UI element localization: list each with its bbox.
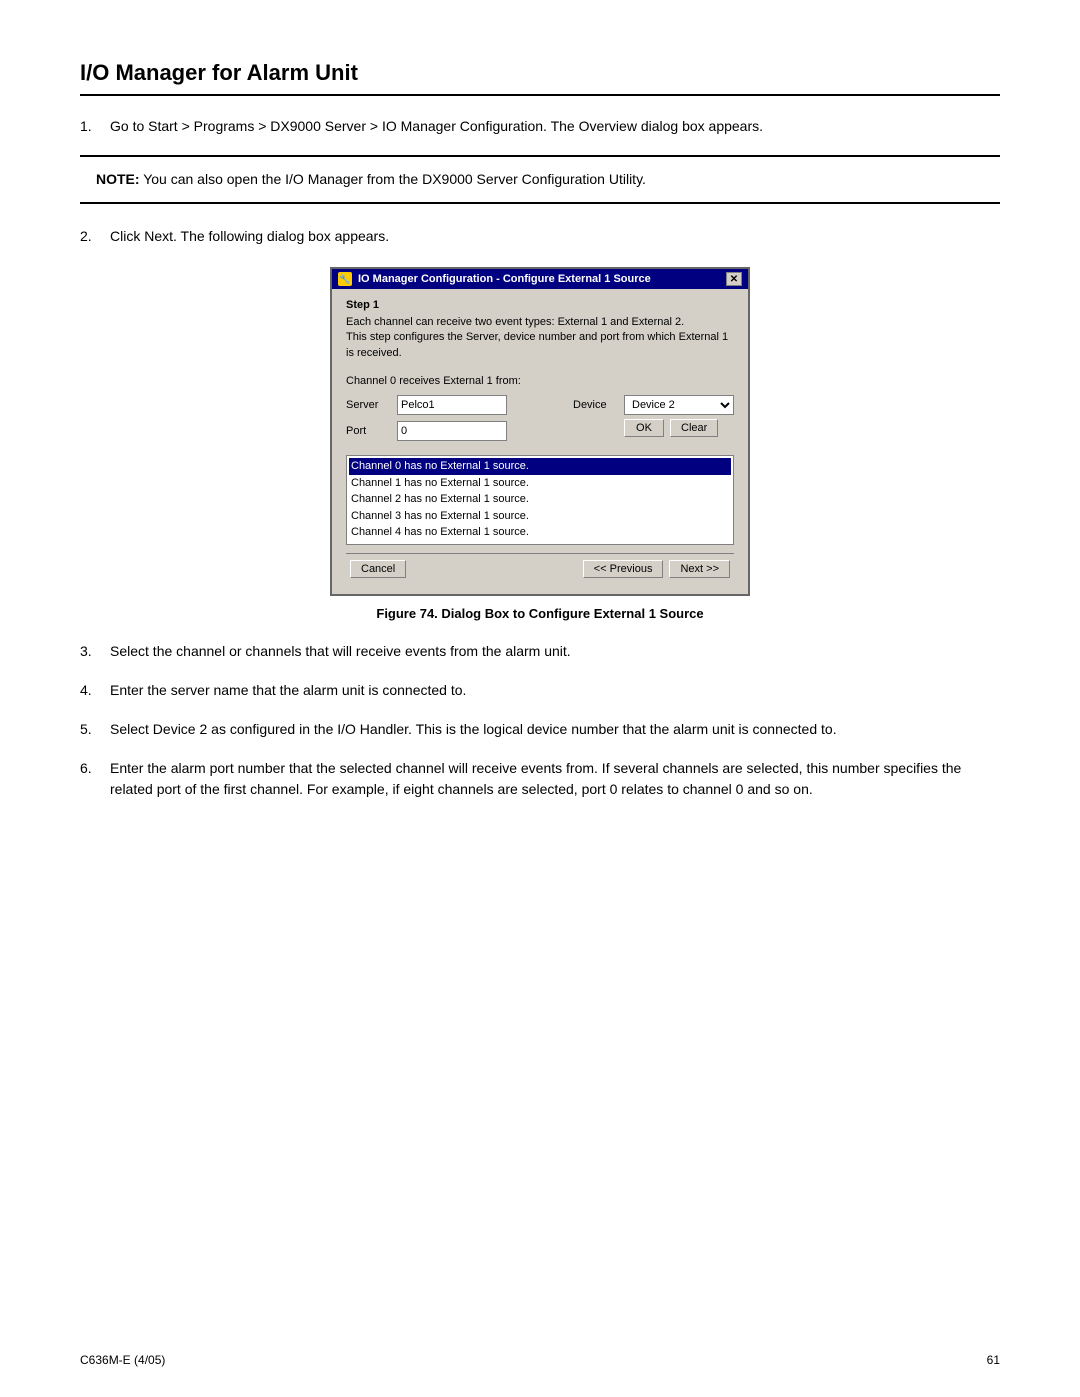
list-item-5[interactable]: Channel 5 has no External 1 source. — [349, 541, 731, 546]
list-item-4[interactable]: Channel 4 has no External 1 source. — [349, 524, 731, 541]
dialog-title-icon: 🔧 — [338, 272, 352, 286]
footer-left: C636M-E (4/05) — [80, 1353, 165, 1367]
dialog-box: 🔧 IO Manager Configuration - Configure E… — [330, 267, 750, 596]
server-input[interactable] — [397, 395, 507, 415]
note-box: NOTE: You can also open the I/O Manager … — [80, 155, 1000, 204]
step-3: 3. Select the channel or channels that w… — [80, 641, 1000, 662]
page-title: I/O Manager for Alarm Unit — [80, 60, 1000, 96]
dialog-titlebar-left: 🔧 IO Manager Configuration - Configure E… — [338, 272, 651, 286]
step-4: 4. Enter the server name that the alarm … — [80, 680, 1000, 701]
step-4-number: 4. — [80, 680, 110, 701]
device-label: Device — [573, 399, 618, 411]
step-3-text: Select the channel or channels that will… — [110, 641, 1000, 662]
dialog-titlebar: 🔧 IO Manager Configuration - Configure E… — [332, 269, 748, 289]
step-5-text: Select Device 2 as configured in the I/O… — [110, 719, 1000, 740]
dialog-channel-label: Channel 0 receives External 1 from: — [346, 375, 734, 387]
step-2-number: 2. — [80, 226, 110, 247]
device-select[interactable]: Device 2 — [624, 395, 734, 415]
step-2-text: Click Next. The following dialog box app… — [110, 226, 1000, 247]
server-label: Server — [346, 399, 391, 411]
step-3-number: 3. — [80, 641, 110, 662]
dialog-close-button[interactable]: ✕ — [726, 272, 742, 286]
figure-caption-text: Figure 74. Dialog Box to Configure Exter… — [376, 606, 703, 621]
figure-caption: Figure 74. Dialog Box to Configure Exter… — [80, 606, 1000, 621]
page-footer: C636M-E (4/05) 61 — [80, 1353, 1000, 1367]
dialog-step-desc-line2: This step configures the Server, device … — [346, 331, 728, 358]
step-6: 6. Enter the alarm port number that the … — [80, 758, 1000, 800]
next-button[interactable]: Next >> — [669, 560, 730, 578]
step-1-number: 1. — [80, 116, 110, 137]
dialog-footer: Cancel << Previous Next >> — [346, 553, 734, 584]
note-text: You can also open the I/O Manager from t… — [140, 171, 646, 187]
step-5-number: 5. — [80, 719, 110, 740]
step-4-text: Enter the server name that the alarm uni… — [110, 680, 1000, 701]
dialog-step-label: Step 1 — [346, 299, 734, 311]
step-1: 1. Go to Start > Programs > DX9000 Serve… — [80, 116, 1000, 137]
dialog-step-desc-line1: Each channel can receive two event types… — [346, 316, 684, 328]
port-label: Port — [346, 425, 391, 437]
port-input[interactable] — [397, 421, 507, 441]
step-6-text: Enter the alarm port number that the sel… — [110, 758, 1000, 800]
step-6-number: 6. — [80, 758, 110, 800]
step-5: 5. Select Device 2 as configured in the … — [80, 719, 1000, 740]
device-group: Device Device 2 OK Clear — [573, 395, 734, 437]
step-2: 2. Click Next. The following dialog box … — [80, 226, 1000, 247]
list-item-0[interactable]: Channel 0 has no External 1 source. — [349, 458, 731, 475]
dialog-title: IO Manager Configuration - Configure Ext… — [358, 273, 651, 285]
dialog-step-desc: Each channel can receive two event types… — [346, 315, 734, 361]
cancel-button[interactable]: Cancel — [350, 560, 406, 578]
footer-right: 61 — [987, 1353, 1000, 1367]
previous-button[interactable]: << Previous — [583, 560, 664, 578]
dialog-footer-right: << Previous Next >> — [583, 560, 730, 578]
server-group: Server Port — [346, 395, 507, 447]
clear-button[interactable]: Clear — [670, 419, 718, 437]
ok-button[interactable]: OK — [624, 419, 664, 437]
dialog-wrapper: 🔧 IO Manager Configuration - Configure E… — [80, 267, 1000, 596]
dialog-content: Step 1 Each channel can receive two even… — [332, 289, 748, 594]
list-item-1[interactable]: Channel 1 has no External 1 source. — [349, 475, 731, 492]
note-label: NOTE: — [96, 171, 140, 187]
step-1-text: Go to Start > Programs > DX9000 Server >… — [110, 116, 1000, 137]
list-item-2[interactable]: Channel 2 has no External 1 source. — [349, 491, 731, 508]
list-item-3[interactable]: Channel 3 has no External 1 source. — [349, 508, 731, 525]
channel-list[interactable]: Channel 0 has no External 1 source. Chan… — [346, 455, 734, 545]
